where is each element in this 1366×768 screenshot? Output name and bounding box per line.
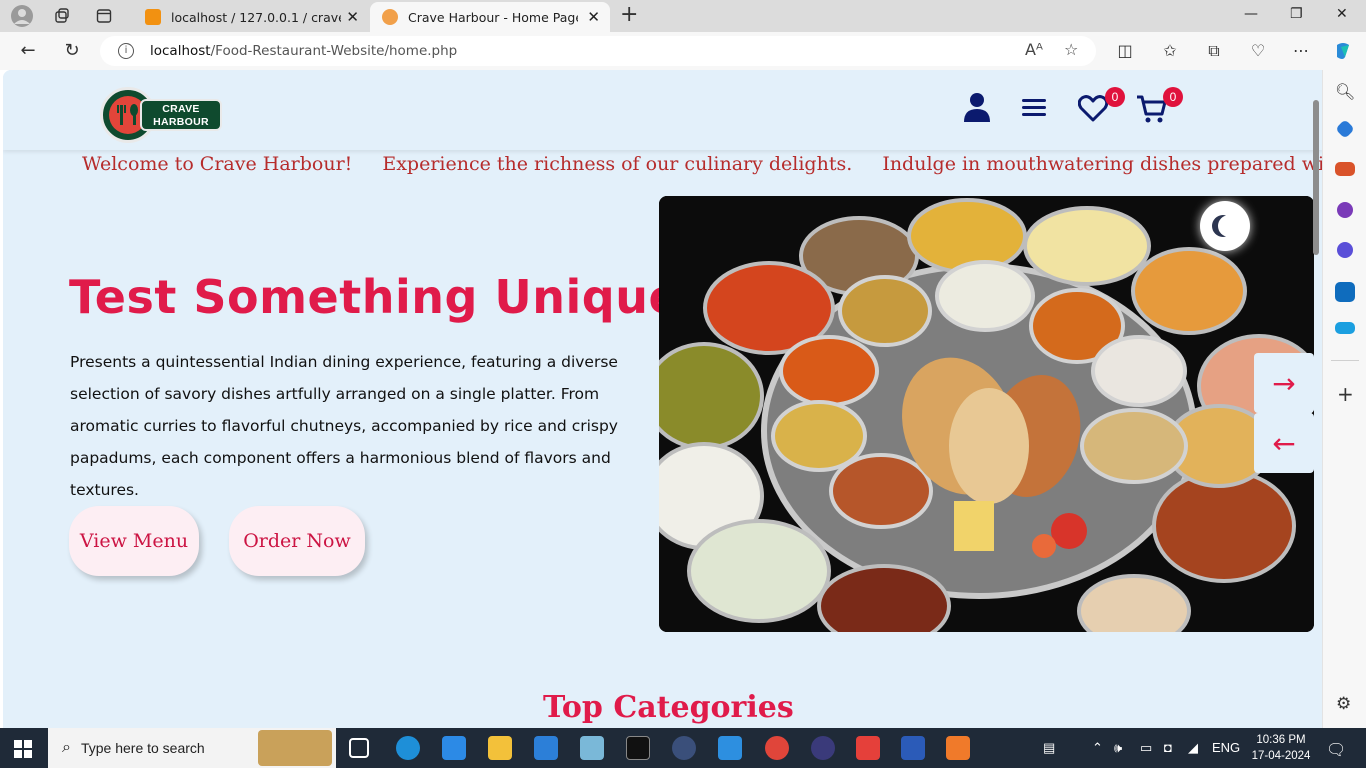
browser-tab-bar: localhost / 127.0.0.1 / crave | php ✕ Cr… <box>0 0 1366 32</box>
windows-taskbar: ⌕ Type here to search ▤ ⌃ 🕪︎ ▭ ◘ ◢ ENG 1… <box>0 728 1366 768</box>
tag-icon[interactable] <box>1335 119 1355 139</box>
clock-date: 17-04-2024 <box>1251 750 1311 762</box>
marquee-item: Welcome to Crave Harbour! <box>82 153 353 175</box>
tab-phpmyadmin[interactable]: localhost / 127.0.0.1 / crave | php ✕ <box>133 2 369 32</box>
volume-icon[interactable]: 🕪︎ <box>1114 740 1122 756</box>
clock-time: 10:36 PM <box>1256 734 1306 746</box>
split-screen-icon[interactable]: ◫ <box>1114 41 1136 60</box>
sidebar-divider <box>1331 360 1359 361</box>
sidebar-settings-gear-icon[interactable]: ⚙ <box>1336 694 1351 714</box>
cart-count-badge: 0 <box>1163 87 1183 107</box>
drop-icon[interactable] <box>1335 322 1355 334</box>
close-tab-icon[interactable]: ✕ <box>346 8 359 26</box>
taskbar-search-placeholder: Type here to search <box>80 740 205 756</box>
hero-title: Test Something Unique <box>69 270 681 324</box>
windows-start-icon[interactable] <box>14 740 32 758</box>
new-tab-icon[interactable]: + <box>620 4 638 26</box>
welcome-marquee: Welcome to Crave Harbour! Experience the… <box>82 153 1322 175</box>
restore-icon[interactable]: ❐ <box>1290 6 1303 22</box>
chrome-icon[interactable] <box>765 736 789 760</box>
slider-prev-arrow-icon[interactable]: ← <box>1254 413 1314 473</box>
word-icon[interactable] <box>901 736 925 760</box>
marquee-item: Indulge in mouthwatering dishes prepared… <box>882 153 1322 175</box>
edge-taskbar-icon[interactable] <box>396 736 420 760</box>
crave-harbour-logo[interactable]: CRAVE HARBOUR <box>100 87 224 143</box>
tab-actions-icon[interactable] <box>92 4 116 28</box>
minimize-icon[interactable]: — <box>1244 6 1258 22</box>
wifi-icon[interactable]: ◢ <box>1188 740 1198 756</box>
camera-icon[interactable]: ◘ <box>1164 740 1172 755</box>
order-now-button[interactable]: Order Now <box>229 506 365 576</box>
url-host: localhost <box>150 43 211 59</box>
tab-label: Crave Harbour - Home Page <box>408 9 578 25</box>
browser-essentials-icon[interactable]: ♡ <box>1247 41 1269 60</box>
tools-briefcase-icon[interactable] <box>1335 162 1355 176</box>
collections-icon[interactable]: ⧉ <box>1203 41 1225 61</box>
wishlist-heart-icon[interactable] <box>1077 94 1109 126</box>
more-menu-icon[interactable]: ⋯ <box>1290 41 1312 60</box>
site-info-icon[interactable]: i <box>118 43 134 59</box>
url-field[interactable]: i localhost/Food-Restaurant-Website/home… <box>100 36 1096 66</box>
games-icon[interactable] <box>1337 202 1353 218</box>
marquee-item: Experience the richness of our culinary … <box>382 153 853 175</box>
crave-favicon-icon <box>382 9 398 25</box>
refresh-icon[interactable]: ↻ <box>60 40 84 61</box>
page-scrollbar[interactable] <box>1313 100 1319 255</box>
workspaces-icon[interactable] <box>50 4 74 28</box>
close-window-icon[interactable]: ✕ <box>1336 6 1348 22</box>
taskbar-clock[interactable]: 10:36 PM 17-04-2024 <box>1248 732 1314 764</box>
mail-icon[interactable] <box>534 736 558 760</box>
view-menu-button[interactable]: View Menu <box>69 506 199 576</box>
copilot-circle-icon[interactable] <box>1337 242 1353 258</box>
logo-wordmark: CRAVE HARBOUR <box>140 99 222 131</box>
user-account-icon[interactable] <box>963 92 991 126</box>
tab-label: localhost / 127.0.0.1 / crave | php <box>171 9 341 25</box>
top-categories-heading: Top Categories <box>543 690 794 725</box>
search-highlight-image <box>258 730 332 766</box>
search-app-icon[interactable] <box>672 736 696 760</box>
site-header: CRAVE HARBOUR 0 0 <box>3 70 1322 150</box>
edge-sidebar: 🔍︎ + ⚙ <box>1322 70 1366 728</box>
page-viewport: CRAVE HARBOUR 0 0 Welcome to Crave Harbo… <box>3 70 1322 728</box>
copilot-icon[interactable] <box>1332 41 1354 65</box>
url-path: /Food-Restaurant-Website/home.php <box>210 43 458 59</box>
battery-icon[interactable]: ▭ <box>1140 740 1152 756</box>
favorite-star-icon[interactable]: ☆ <box>1064 40 1078 59</box>
profile-icon[interactable] <box>10 4 34 28</box>
taskbar-search-box[interactable]: ⌕ Type here to search <box>48 728 336 768</box>
news-widget-icon[interactable]: ▤ <box>1043 740 1055 756</box>
vscode-icon[interactable] <box>718 736 742 760</box>
task-view-icon[interactable] <box>349 738 369 758</box>
file-explorer-icon[interactable] <box>488 736 512 760</box>
wishlist-count-badge: 0 <box>1105 87 1125 107</box>
terminal-icon[interactable] <box>626 736 650 760</box>
close-tab-icon[interactable]: ✕ <box>587 8 600 26</box>
moon-icon <box>1218 215 1240 237</box>
thali-illustration <box>659 196 1314 632</box>
notepad-icon[interactable] <box>580 736 604 760</box>
hero-thali-image <box>659 196 1314 632</box>
language-indicator[interactable]: ENG <box>1212 740 1240 755</box>
xampp-icon[interactable] <box>946 736 970 760</box>
notifications-icon[interactable]: 🗨︎ <box>1326 740 1346 760</box>
outlook-icon[interactable] <box>1335 282 1355 302</box>
slider-next-arrow-icon[interactable]: → <box>1254 353 1314 413</box>
hero-description: Presents a quintessential Indian dining … <box>70 353 618 499</box>
read-aloud-icon[interactable]: Aᴬ <box>1025 40 1043 59</box>
logo-line-1: CRAVE <box>162 103 200 115</box>
hamburger-menu-icon[interactable] <box>1022 98 1048 122</box>
search-icon: ⌕ <box>62 739 71 756</box>
tab-crave-harbour[interactable]: Crave Harbour - Home Page ✕ <box>370 2 610 32</box>
store-icon[interactable] <box>442 736 466 760</box>
search-icon[interactable]: 🔍︎ <box>1335 82 1355 101</box>
back-arrow-icon[interactable]: ← <box>16 40 40 61</box>
show-hidden-icons-chevron-icon[interactable]: ⌃ <box>1092 740 1103 756</box>
add-sidebar-app-icon[interactable]: + <box>1337 382 1354 406</box>
phpmyadmin-favicon-icon <box>145 9 161 25</box>
logo-line-2: HARBOUR <box>153 116 209 128</box>
dark-mode-toggle[interactable] <box>1200 201 1250 251</box>
favorites-icon[interactable]: ✩ <box>1159 41 1181 60</box>
eclipse-icon[interactable] <box>811 736 835 760</box>
git-icon[interactable] <box>856 736 880 760</box>
